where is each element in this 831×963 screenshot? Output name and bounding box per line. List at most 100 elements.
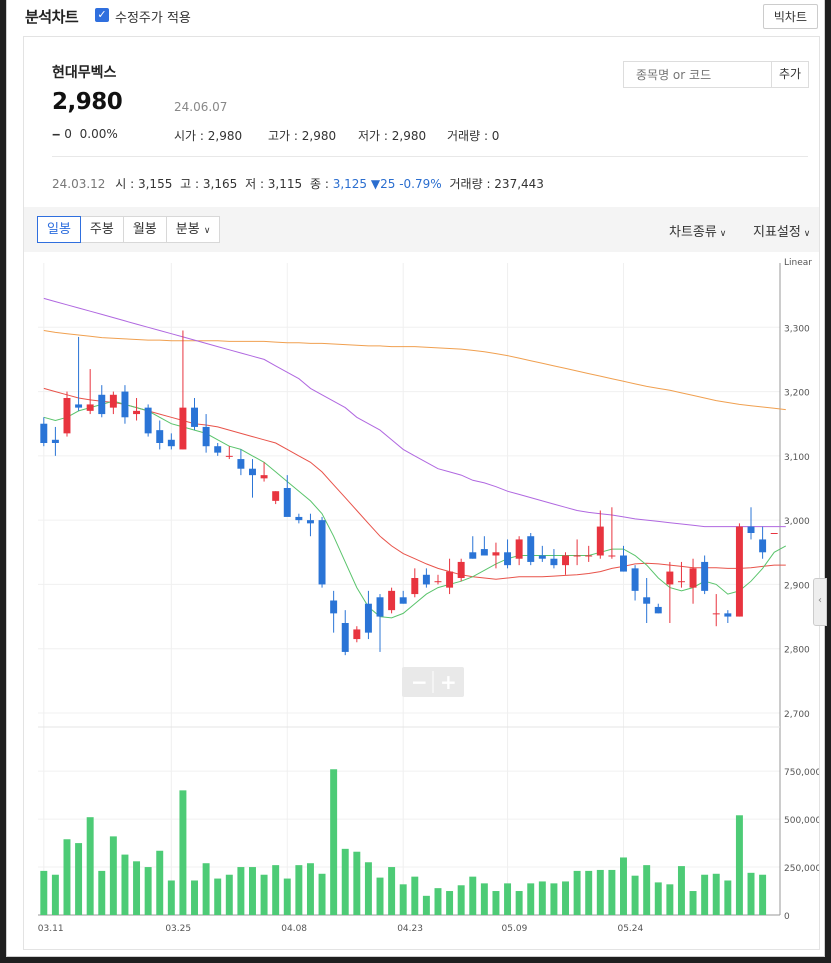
date-tick-label: 04.08 xyxy=(281,924,307,934)
candle-body xyxy=(283,488,291,517)
volume-bar xyxy=(399,884,407,915)
stock-name: 현대무벡스 xyxy=(52,65,117,81)
candle-body xyxy=(86,404,94,411)
tab-monthly[interactable]: 월봉 xyxy=(122,216,167,243)
candle-body xyxy=(666,571,674,585)
hover-info-row: 24.03.12 시 : 3,155 고 : 3,165 저 : 3,115 종… xyxy=(52,177,544,191)
candle-body xyxy=(330,600,338,614)
volume-bar xyxy=(596,869,604,915)
volume-bar xyxy=(666,884,674,915)
volume-bar xyxy=(573,870,581,915)
zoom-in-icon[interactable]: + xyxy=(440,670,457,694)
candle-body xyxy=(411,578,419,595)
adjusted-price-label[interactable]: 수정주가 적용 xyxy=(115,7,191,26)
hover-date: 24.03.12 xyxy=(52,177,106,191)
volume-bar xyxy=(747,872,755,915)
candle-body xyxy=(550,558,558,566)
volume-bar xyxy=(585,870,593,915)
volume-tick-label: 250,000 xyxy=(784,864,819,874)
hover-low-label: 저 xyxy=(245,177,257,191)
candle-body xyxy=(596,526,604,556)
tab-weekly[interactable]: 주봉 xyxy=(79,216,124,243)
volume-bar xyxy=(712,873,720,915)
candle-body xyxy=(364,603,372,633)
candle-body xyxy=(295,516,303,521)
candle-body xyxy=(759,539,767,553)
candle-body xyxy=(620,555,627,572)
volume-bar xyxy=(191,880,198,915)
volume-bar xyxy=(434,888,442,915)
candle-body xyxy=(515,539,523,559)
big-chart-button[interactable]: 빅차트 xyxy=(762,4,818,29)
change-value: 0 xyxy=(64,127,72,141)
divider xyxy=(52,156,808,157)
side-panel-handle[interactable]: ‹ xyxy=(813,578,827,626)
volume-value: 0 xyxy=(491,129,500,143)
candle-body xyxy=(469,552,477,559)
volume-bar xyxy=(109,836,117,915)
volume-bar xyxy=(527,883,535,915)
candle-body xyxy=(608,555,616,557)
low-label: 저가 xyxy=(358,129,381,143)
volume-info: 거래량 : 0 xyxy=(447,129,500,143)
low-value: 2,980 xyxy=(391,129,427,143)
candle-body xyxy=(643,597,651,604)
volume-bar xyxy=(562,881,569,915)
current-price: 2,980 xyxy=(52,89,123,115)
volume-bar xyxy=(550,883,558,915)
volume-tick-label: 500,000 xyxy=(784,816,819,826)
candle-body xyxy=(701,561,709,591)
candle-body xyxy=(40,423,48,443)
date-tick-label: 04.23 xyxy=(397,924,423,934)
stock-search-input[interactable] xyxy=(623,61,772,88)
volume-bar xyxy=(121,854,129,915)
volume-bar xyxy=(457,885,465,915)
zoom-out-icon[interactable]: − xyxy=(411,670,428,694)
tab-minute[interactable]: 분봉 ∨ xyxy=(165,216,221,243)
candle-body xyxy=(538,555,546,559)
candle-body xyxy=(214,446,222,453)
open-info: 시가 : 2,980 xyxy=(174,129,243,143)
candle-body xyxy=(156,430,164,443)
chart-toolbar: 일봉 주봉 월봉 분봉 ∨ 차트종류 ∨ 지표설정 ∨ xyxy=(24,207,819,252)
candle-body xyxy=(179,407,187,450)
add-stock-button[interactable]: 추가 xyxy=(771,61,809,88)
chart-type-dropdown[interactable]: 차트종류 ∨ xyxy=(669,221,726,240)
period-tabs: 일봉 주봉 월봉 분봉 ∨ xyxy=(37,216,221,243)
volume-bar xyxy=(40,870,48,915)
open-value: 2,980 xyxy=(207,129,243,143)
hover-open-label: 시 xyxy=(115,177,127,191)
volume-bar xyxy=(643,865,651,915)
tab-minute-label: 분봉 xyxy=(175,222,200,237)
candle-body xyxy=(144,407,152,434)
indicator-label: 지표설정 xyxy=(753,225,801,240)
candle-body xyxy=(318,520,326,585)
candle-body xyxy=(422,574,430,585)
tab-daily[interactable]: 일봉 xyxy=(37,216,81,243)
date-tick-label: 05.09 xyxy=(502,924,528,934)
candle-body xyxy=(341,623,349,652)
hover-volume: 237,443 xyxy=(494,177,544,191)
hover-close-label: 종 xyxy=(309,177,322,191)
candle-body xyxy=(376,597,384,617)
volume-bar xyxy=(735,815,743,915)
top-bar: 분석차트 ✓ 수정주가 적용 빅차트 xyxy=(7,0,824,34)
candle-body xyxy=(133,410,141,415)
chevron-down-icon: ∨ xyxy=(203,226,211,236)
volume-bar xyxy=(260,874,268,915)
hover-open: 3,155 xyxy=(137,177,173,191)
volume-bar xyxy=(214,878,222,915)
indicator-settings-dropdown[interactable]: 지표설정 ∨ xyxy=(753,221,810,240)
candle-body xyxy=(225,455,233,457)
volume-bar xyxy=(422,895,430,915)
volume-bar xyxy=(144,867,152,915)
quote-date: 24.06.07 xyxy=(174,100,228,114)
volume-bar xyxy=(411,876,419,915)
candle-body xyxy=(388,590,396,611)
volume-bar xyxy=(295,865,303,915)
stock-chart[interactable]: 3,300 3,200 3,100 3,000 2,900 2,800 2,700 Linea… xyxy=(24,252,819,948)
volume-bar xyxy=(446,891,454,915)
candle-body xyxy=(562,555,569,566)
adjusted-price-checkbox[interactable]: ✓ xyxy=(95,8,109,22)
candle-body xyxy=(353,629,361,640)
